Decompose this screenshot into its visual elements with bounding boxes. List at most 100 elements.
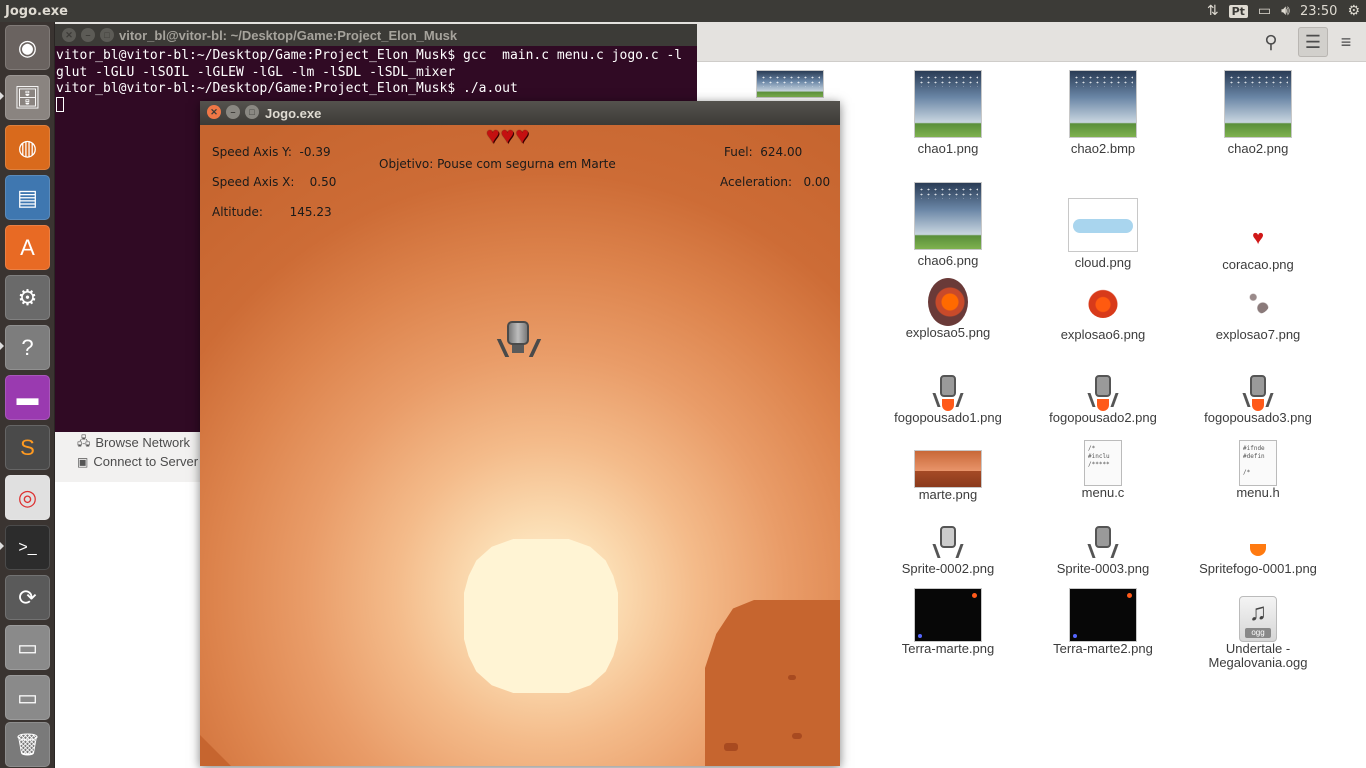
image-thumbnail: [914, 70, 982, 138]
drive-icon[interactable]: ▭: [5, 625, 50, 670]
running-indicator: [0, 92, 4, 100]
speed-x-readout: Speed Axis X: 0.50: [212, 175, 337, 189]
chrome-icon[interactable]: ◎: [5, 475, 50, 520]
file-item[interactable]: ♫ ogg Undertale - Megalovania.ogg: [1183, 596, 1333, 670]
volume-icon[interactable]: 🔊︎: [1281, 3, 1290, 19]
file-item[interactable]: Sprite-0003.png: [1028, 526, 1178, 576]
file-name: fogopousado1.png: [894, 410, 1002, 425]
game-window[interactable]: ✕ – □ Jogo.exe ♥ ♥ ♥ Speed Axis Y: -0.39 S…: [200, 101, 840, 766]
minimize-icon: –: [230, 107, 236, 117]
game-title: Jogo.exe: [265, 105, 322, 121]
file-name: Undertale - Megalovania.ogg: [1208, 641, 1308, 670]
file-name: coracao.png: [1222, 257, 1294, 272]
file-item[interactable]: chao2.bmp: [1028, 70, 1178, 156]
terminal-titlebar[interactable]: ✕ – □ vitor_bl@vitor-bl: ~/Desktop/Game:…: [55, 24, 697, 46]
view-list-button[interactable]: ☰: [1298, 27, 1328, 57]
search-button[interactable]: ⚲: [1256, 27, 1286, 57]
file-item[interactable]: chao6.png: [873, 182, 1023, 268]
file-name: Sprite-0003.png: [1056, 561, 1150, 576]
terminal-line: vitor_bl@vitor-bl:~/Desktop/Game:Project…: [56, 81, 518, 96]
gear-wrench-icon[interactable]: ⚙: [5, 275, 50, 320]
lives-hearts: ♥ ♥ ♥: [486, 125, 529, 148]
ubuntu-logo-icon[interactable]: ◉: [5, 25, 50, 70]
updater-icon[interactable]: ⟳: [5, 575, 50, 620]
lander-thumbnail: [1087, 375, 1119, 411]
keyboard-layout-indicator[interactable]: Pt: [1228, 4, 1248, 18]
game-titlebar[interactable]: ✕ – □ Jogo.exe: [200, 101, 840, 125]
file-item-hidden[interactable]: [755, 70, 825, 102]
file-item[interactable]: fogopousado2.png: [1028, 375, 1178, 425]
document-icon[interactable]: ▤: [5, 175, 50, 220]
network-icon: 🖧︎: [77, 434, 91, 448]
heart-icon: ♥: [500, 125, 515, 148]
cloud-thumbnail: [1068, 198, 1138, 252]
file-item[interactable]: Spritefogo-0001.png: [1183, 544, 1333, 576]
file-name: chao1.png: [917, 141, 979, 156]
file-item[interactable]: Terra-marte2.png: [1028, 588, 1178, 656]
sidebar-item-browse-network[interactable]: 🖧︎ Browse Network: [77, 432, 190, 453]
rock: [792, 733, 802, 739]
sidebar-item-connect-server[interactable]: ▣ Connect to Server: [77, 454, 198, 469]
terminal-line: vitor_bl@vitor-bl:~/Desktop/Game:Project…: [56, 48, 683, 63]
file-item[interactable]: fogopousado1.png: [873, 375, 1023, 425]
rock: [724, 743, 738, 751]
battery-icon[interactable]: ▭: [1258, 3, 1271, 19]
file-item[interactable]: chao1.png: [873, 70, 1023, 156]
file-name: menu.c: [1081, 485, 1125, 500]
file-thumbnail: [756, 70, 824, 98]
file-item[interactable]: Sprite-0002.png: [873, 526, 1023, 576]
maximize-button[interactable]: □: [245, 105, 259, 119]
clock[interactable]: 23:50: [1300, 4, 1337, 19]
file-item[interactable]: ♥ coracao.png: [1183, 208, 1333, 272]
trash-icon[interactable]: 🗑︎: [5, 722, 50, 767]
network-arrows-icon[interactable]: ⇅: [1207, 3, 1219, 19]
file-item[interactable]: marte.png: [873, 450, 1023, 502]
file-name: explosao7.png: [1215, 327, 1301, 342]
music-note-icon: ♫: [1249, 599, 1267, 626]
maximize-icon: □: [249, 107, 255, 117]
question-icon[interactable]: ?: [5, 325, 50, 370]
minimize-button[interactable]: –: [226, 105, 240, 119]
file-name: Sprite-0002.png: [901, 561, 995, 576]
file-cabinet-icon[interactable]: 🗄︎: [5, 75, 50, 120]
file-item[interactable]: explosao6.png: [1028, 288, 1178, 342]
lander-spaceship: [496, 321, 542, 361]
minimize-icon: –: [85, 30, 91, 40]
file-item[interactable]: cloud.png: [1028, 198, 1178, 270]
lander-thumbnail: [932, 375, 964, 411]
file-name: Spritefogo-0001.png: [1199, 561, 1317, 576]
heart-icon: ♥: [486, 125, 500, 148]
terminal-title: vitor_bl@vitor-bl: ~/Desktop/Game:Projec…: [119, 27, 458, 43]
maximize-button[interactable]: □: [100, 28, 114, 42]
minimize-button[interactable]: –: [81, 28, 95, 42]
file-item[interactable]: explosao5.png: [873, 278, 1023, 340]
game-canvas[interactable]: ♥ ♥ ♥ Speed Axis Y: -0.39 Speed Axis X: 0.…: [200, 125, 840, 766]
file-item[interactable]: fogopousado3.png: [1183, 375, 1333, 425]
heart-icon: ♥: [515, 125, 529, 148]
close-icon: ✕: [210, 106, 218, 117]
file-item[interactable]: chao2.png: [1183, 70, 1333, 156]
explosion-thumbnail: [928, 278, 968, 326]
close-button[interactable]: ✕: [207, 105, 221, 119]
terminal-icon[interactable]: >_: [5, 525, 50, 570]
file-item[interactable]: #ifnde #defin /* menu.h: [1183, 440, 1333, 500]
menu-button[interactable]: ≡: [1331, 27, 1361, 57]
file-name: explosao6.png: [1060, 327, 1146, 342]
sublime-icon[interactable]: S: [5, 425, 50, 470]
sun: [464, 539, 618, 693]
file-item[interactable]: Terra-marte.png: [873, 588, 1023, 656]
firefox-icon[interactable]: ◍: [5, 125, 50, 170]
shopping-bag-icon[interactable]: A: [5, 225, 50, 270]
lander-thumbnail: [1087, 526, 1119, 562]
top-panel: Jogo.exe ⇅ Pt ▭ 🔊︎ 23:50 ⚙: [0, 0, 1366, 22]
file-name: explosao5.png: [905, 325, 991, 340]
file-item[interactable]: explosao7.png: [1183, 290, 1333, 342]
drive-icon[interactable]: ▭: [5, 675, 50, 720]
c-source-file-icon: /* #inclu /*****: [1084, 440, 1122, 486]
file-name: chao6.png: [917, 253, 979, 268]
presentation-icon[interactable]: ▬: [5, 375, 50, 420]
close-button[interactable]: ✕: [62, 28, 76, 42]
mars-thumbnail: [914, 450, 982, 488]
file-item[interactable]: /* #inclu /***** menu.c: [1028, 440, 1178, 500]
gear-icon[interactable]: ⚙: [1347, 3, 1360, 19]
